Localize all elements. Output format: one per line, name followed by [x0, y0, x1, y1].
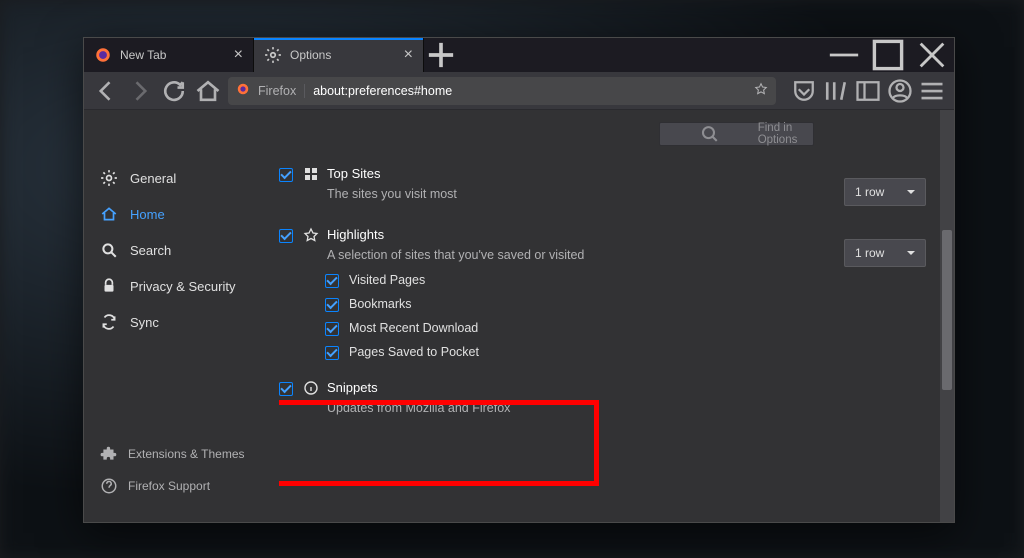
firefox-icon	[236, 82, 250, 99]
info-icon	[303, 380, 319, 396]
close-button[interactable]	[910, 38, 954, 72]
url-prefix: Firefox	[258, 84, 305, 98]
settings-sidebar: General Home Search Privacy & Security S…	[92, 160, 282, 340]
browser-window: New Tab × Options × Firefox about:prefer…	[83, 37, 955, 523]
url-bar[interactable]: Firefox about:preferences#home	[228, 77, 776, 105]
sidebar-item-label: Extensions & Themes	[128, 447, 245, 461]
gear-icon	[264, 46, 282, 64]
search-icon	[100, 241, 118, 259]
main-panel: Top Sites The sites you visit most 1 row…	[279, 160, 934, 512]
checkbox-bookmarks[interactable]	[325, 298, 339, 312]
sidebar-item-general[interactable]: General	[92, 160, 282, 196]
checkbox-snippets[interactable]	[279, 382, 293, 396]
puzzle-icon	[100, 445, 118, 463]
checkbox-highlights[interactable]	[279, 229, 293, 243]
maximize-button[interactable]	[866, 38, 910, 72]
gear-icon	[100, 169, 118, 187]
dropdown-topsites-rows[interactable]: 1 row	[844, 178, 926, 206]
menu-icon[interactable]	[918, 77, 946, 105]
firefox-icon	[94, 46, 112, 64]
sidebar-item-search[interactable]: Search	[92, 232, 282, 268]
sidebar-bottom: Extensions & Themes Firefox Support	[92, 438, 282, 502]
minimize-button[interactable]	[822, 38, 866, 72]
sub-download: Most Recent Download	[279, 316, 934, 340]
back-button[interactable]	[92, 77, 120, 105]
sidebar-icon[interactable]	[854, 77, 882, 105]
sidebar-extensions[interactable]: Extensions & Themes	[92, 438, 282, 470]
lock-icon	[100, 277, 118, 295]
url-text: about:preferences#home	[313, 84, 452, 98]
section-title: Highlights	[327, 227, 584, 242]
section-desc: A selection of sites that you've saved o…	[327, 248, 584, 262]
sync-icon	[100, 313, 118, 331]
sidebar-item-label: Firefox Support	[128, 479, 210, 493]
grid-icon	[303, 166, 319, 182]
dropdown-highlights-rows[interactable]: 1 row	[844, 239, 926, 267]
checkbox-download[interactable]	[325, 322, 339, 336]
help-icon	[100, 477, 118, 495]
find-placeholder: Find in Options	[758, 122, 805, 146]
checkbox-topsites[interactable]	[279, 168, 293, 182]
highlights-icon	[303, 227, 319, 243]
close-icon[interactable]: ×	[404, 47, 413, 63]
tab-label: New Tab	[120, 48, 166, 62]
scrollbar[interactable]	[940, 110, 954, 522]
checkbox-pocket[interactable]	[325, 346, 339, 360]
sidebar-item-label: Sync	[130, 315, 159, 330]
window-controls	[822, 38, 954, 72]
tab-bar: New Tab × Options ×	[84, 38, 954, 72]
sidebar-item-label: Home	[130, 207, 165, 222]
tab-label: Options	[290, 48, 331, 62]
sidebar-item-sync[interactable]: Sync	[92, 304, 282, 340]
sub-bookmarks: Bookmarks	[279, 292, 934, 316]
sidebar-item-home[interactable]: Home	[92, 196, 282, 232]
new-tab-button[interactable]	[424, 38, 458, 72]
section-desc: The sites you visit most	[327, 187, 457, 201]
sidebar-item-label: Privacy & Security	[130, 279, 235, 294]
bookmark-star-icon[interactable]	[754, 82, 768, 99]
home-button[interactable]	[194, 77, 222, 105]
section-title: Snippets	[327, 380, 510, 395]
sidebar-support[interactable]: Firefox Support	[92, 470, 282, 502]
sidebar-item-label: General	[130, 171, 176, 186]
checkbox-visited[interactable]	[325, 274, 339, 288]
save-pocket-icon[interactable]	[790, 77, 818, 105]
sub-visited: Visited Pages	[279, 268, 934, 292]
tab-options[interactable]: Options ×	[254, 38, 424, 72]
content-area: Find in Options General Home Search Priv…	[84, 110, 954, 522]
tab-new-tab[interactable]: New Tab ×	[84, 38, 254, 72]
sub-pocket: Pages Saved to Pocket	[279, 340, 934, 364]
section-desc: Updates from Mozilla and Firefox	[327, 401, 510, 415]
reload-button[interactable]	[160, 77, 188, 105]
sidebar-item-label: Search	[130, 243, 171, 258]
find-in-options[interactable]: Find in Options	[659, 122, 814, 146]
sidebar-item-privacy[interactable]: Privacy & Security	[92, 268, 282, 304]
section-title: Top Sites	[327, 166, 457, 181]
close-icon[interactable]: ×	[234, 47, 243, 63]
forward-button[interactable]	[126, 77, 154, 105]
home-icon	[100, 205, 118, 223]
account-icon[interactable]	[886, 77, 914, 105]
toolbar: Firefox about:preferences#home	[84, 72, 954, 110]
library-icon[interactable]	[822, 77, 850, 105]
